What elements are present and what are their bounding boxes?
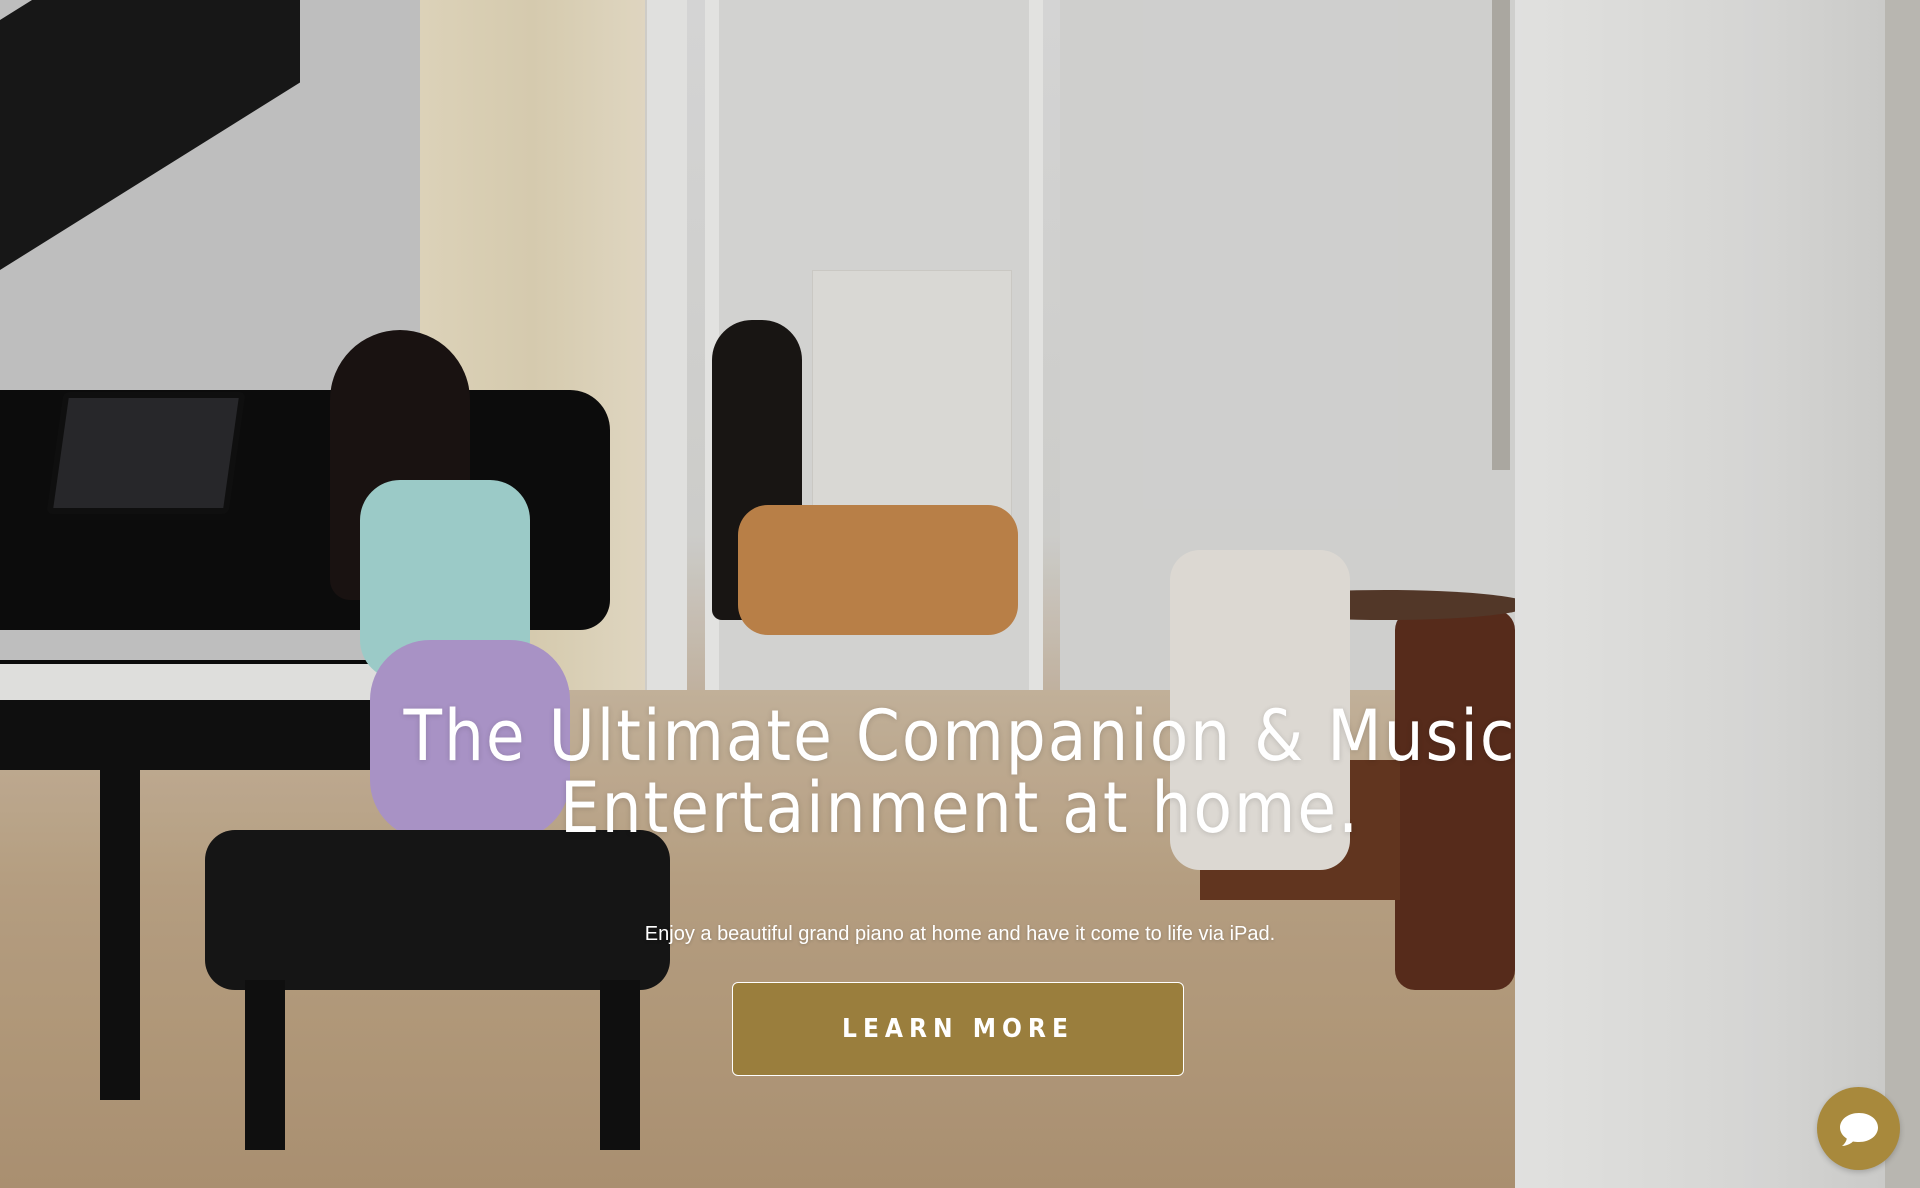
hero-section: The Ultimate Companion & Music Entertain… [0, 0, 1920, 1188]
learn-more-button[interactable]: LEARN MORE [732, 982, 1184, 1076]
hero-headline-line2: Entertainment at home. [559, 767, 1361, 849]
hero-subtitle: Enjoy a beautiful grand piano at home an… [644, 923, 1276, 945]
chat-bubble-icon [1839, 1112, 1878, 1146]
hero-headline: The Ultimate Companion & Music Entertain… [380, 700, 1540, 844]
hero-headline-line1: The Ultimate Companion & Music [403, 695, 1517, 777]
chat-button[interactable] [1817, 1087, 1900, 1170]
